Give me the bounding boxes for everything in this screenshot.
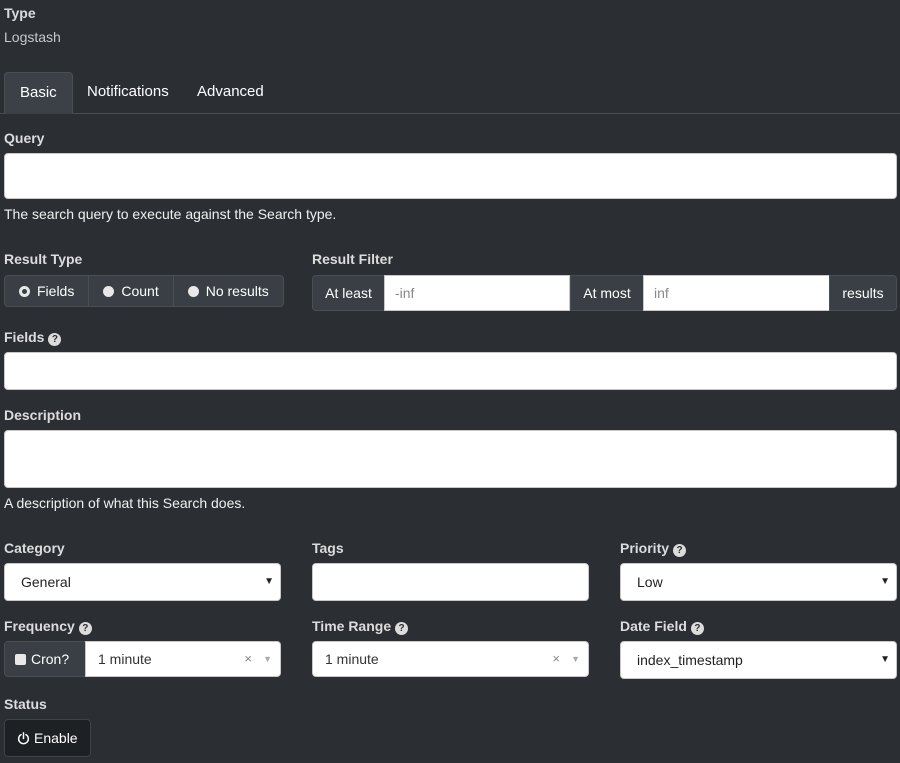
- query-help-text: The search query to execute against the …: [4, 206, 337, 222]
- result-type-fields-option[interactable]: Fields: [5, 276, 90, 306]
- fields-input[interactable]: [4, 352, 897, 390]
- result-type-count-option[interactable]: Count: [89, 276, 174, 306]
- question-circle-icon[interactable]: ?: [48, 333, 62, 346]
- caret-down-icon: ▼: [264, 576, 274, 587]
- priority-label: Priority?: [620, 540, 687, 557]
- description-help-text: A description of what this Search does.: [4, 495, 246, 511]
- radio-icon: [103, 285, 115, 297]
- question-circle-icon[interactable]: ?: [690, 622, 704, 635]
- frequency-selected-value: 1 minute: [98, 651, 152, 667]
- priority-selected-value: Low: [637, 574, 663, 590]
- tab-basic[interactable]: Basic: [4, 72, 73, 114]
- time-range-select[interactable]: 1 minute × ▼: [312, 641, 589, 677]
- enable-button[interactable]: Enable: [4, 719, 91, 757]
- category-selected-value: General: [21, 574, 71, 590]
- type-label: Type: [4, 5, 36, 21]
- at-most-input[interactable]: [643, 275, 830, 311]
- tab-advanced[interactable]: Advanced: [182, 72, 279, 114]
- type-value: Logstash: [4, 29, 61, 45]
- caret-down-icon: ▼: [880, 576, 890, 587]
- tags-label: Tags: [312, 540, 344, 556]
- radio-checked-icon: [19, 285, 30, 297]
- query-input[interactable]: [4, 153, 897, 199]
- category-select[interactable]: General ▼: [4, 563, 281, 601]
- description-label: Description: [4, 407, 82, 423]
- result-type-label: Result Type: [4, 251, 83, 267]
- tab-bar: Basic Notifications Advanced: [0, 72, 900, 114]
- results-addon: results: [829, 275, 897, 311]
- date-field-select[interactable]: index_timestamp ▼: [620, 641, 897, 679]
- category-label: Category: [4, 540, 65, 556]
- cron-label: Cron?: [31, 651, 70, 667]
- at-least-input[interactable]: [384, 275, 570, 311]
- question-circle-icon[interactable]: ?: [673, 544, 687, 557]
- priority-label-text: Priority: [620, 540, 670, 556]
- result-type-radio-group: Fields Count No results: [4, 275, 284, 307]
- result-type-no-results-option[interactable]: No results: [174, 276, 283, 306]
- cron-toggle[interactable]: Cron?: [4, 641, 86, 677]
- at-least-addon: At least: [312, 275, 385, 311]
- result-type-count-label: Count: [121, 283, 159, 299]
- frequency-select[interactable]: 1 minute × ▼: [85, 641, 281, 677]
- question-circle-icon[interactable]: ?: [395, 622, 409, 635]
- time-range-label: Time Range?: [312, 618, 409, 635]
- result-filter-label: Result Filter: [312, 251, 393, 267]
- fields-label-text: Fields: [4, 329, 45, 345]
- tags-input[interactable]: [312, 563, 589, 601]
- date-field-label-text: Date Field: [620, 618, 687, 634]
- dropdown-arrow-icon[interactable]: ▼: [263, 642, 272, 676]
- question-circle-icon[interactable]: ?: [78, 622, 92, 635]
- checkbox-icon: [15, 654, 26, 665]
- at-most-addon: At most: [570, 275, 644, 311]
- time-range-label-text: Time Range: [312, 618, 392, 634]
- radio-icon: [187, 285, 199, 297]
- priority-select[interactable]: Low ▼: [620, 563, 897, 601]
- frequency-label: Frequency?: [4, 618, 92, 635]
- frequency-label-text: Frequency: [4, 618, 75, 634]
- tab-notifications[interactable]: Notifications: [72, 72, 184, 114]
- dropdown-arrow-icon[interactable]: ▼: [571, 642, 580, 676]
- clear-icon[interactable]: ×: [552, 642, 560, 676]
- fields-label: Fields?: [4, 329, 62, 346]
- description-textarea[interactable]: [4, 430, 897, 488]
- power-icon: [17, 732, 30, 745]
- status-label: Status: [4, 696, 47, 712]
- date-field-selected-value: index_timestamp: [637, 652, 743, 668]
- time-range-selected-value: 1 minute: [325, 651, 379, 667]
- result-type-fields-label: Fields: [37, 283, 75, 299]
- clear-icon[interactable]: ×: [244, 642, 252, 676]
- result-type-no-results-label: No results: [205, 283, 269, 299]
- query-label: Query: [4, 130, 45, 146]
- caret-down-icon: ▼: [880, 654, 890, 665]
- date-field-label: Date Field?: [620, 618, 704, 635]
- enable-button-label: Enable: [34, 730, 78, 746]
